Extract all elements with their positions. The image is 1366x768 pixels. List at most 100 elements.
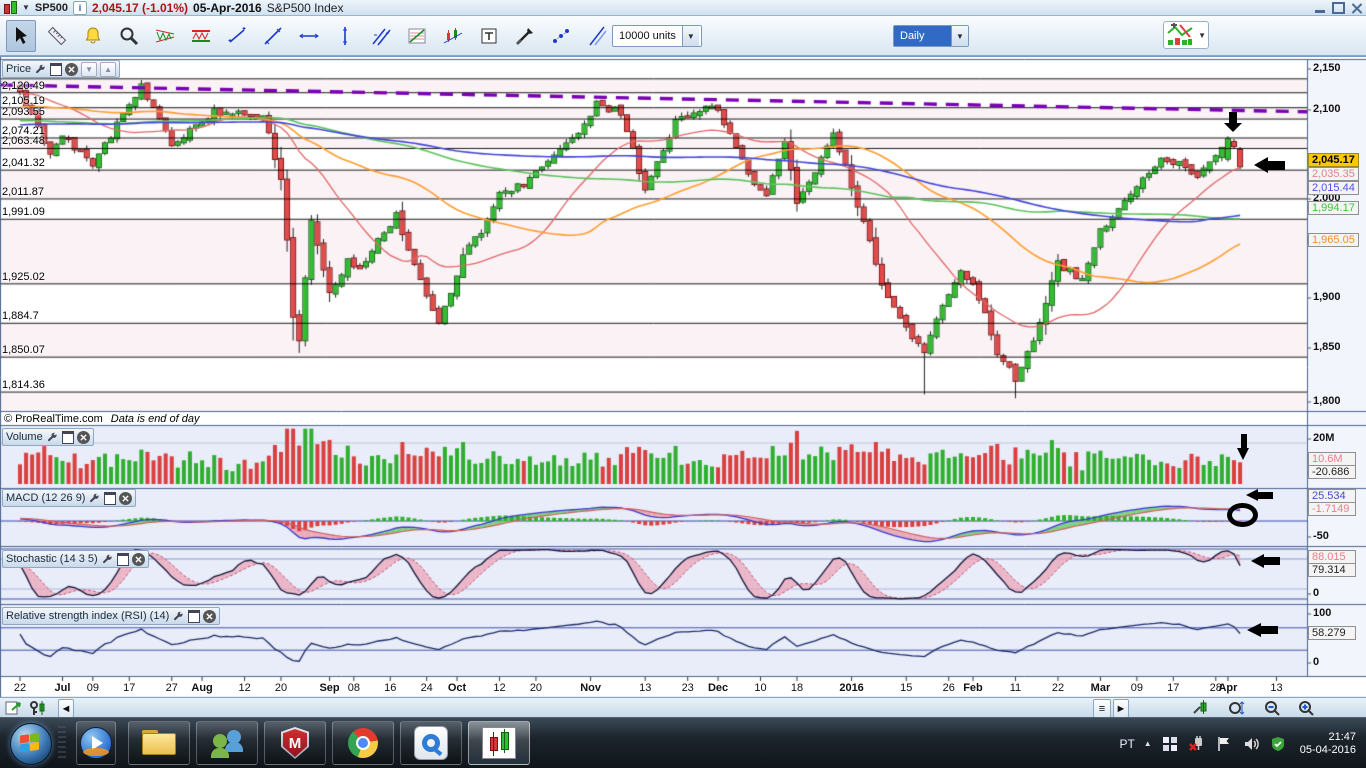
price-level-label: 2,093.55 [2,106,45,118]
timeframe-select[interactable]: Daily ▼ [893,25,969,47]
key-candle-icon[interactable] [28,699,48,716]
flag-icon[interactable] [1215,735,1233,753]
line-tool[interactable] [258,20,288,52]
oblique-line-tool[interactable] [582,20,612,52]
segment-tool[interactable] [222,20,252,52]
candlestick-line-tool[interactable] [438,20,468,52]
start-button[interactable] [10,723,52,765]
info-icon[interactable]: i [73,1,87,15]
taskbar-messenger[interactable] [196,721,258,765]
x-axis-tick: 13 [1256,682,1296,694]
zoom-tool[interactable] [114,20,144,52]
move-panel-down-icon[interactable]: ▼ [81,62,97,77]
close-panel-icon[interactable] [203,610,216,623]
scroll-left-button[interactable]: ◄ [58,699,74,718]
taskbar-chrome[interactable] [332,721,394,765]
close-panel-icon[interactable] [77,431,90,444]
move-panel-up-icon[interactable]: ▲ [100,62,116,77]
points-tool[interactable] [546,20,576,52]
chart-style-icon [1166,23,1194,47]
axis-label: 1,800 [1313,395,1341,407]
ruler-tool[interactable] [42,20,72,52]
duplicate-panel-icon[interactable] [104,492,116,505]
zoom-in-icon[interactable] [1296,699,1316,716]
clock[interactable]: 21:47 05-04-2016 [1300,731,1356,757]
units-dropdown-arrow[interactable]: ▼ [682,26,699,46]
panel-title: MACD (12 26 9) [6,492,85,504]
quicktime-icon [414,726,448,760]
fibonacci-tool[interactable] [402,20,432,52]
wrench-candle-icon[interactable] [1190,699,1210,716]
settings-wrench-icon[interactable] [172,610,185,622]
price-level-label: 2,120.49 [2,80,45,92]
taskbar-windows-explorer[interactable] [128,721,190,765]
price-tag: -1.7149 [1308,502,1356,516]
chart-app-icon [482,727,516,759]
windows-logo-icon [20,733,40,754]
list-button[interactable]: ≡ [1093,699,1111,718]
close-panel-icon[interactable] [132,553,145,566]
cursor-tool[interactable] [6,20,36,52]
price-level-label: 2,011.87 [2,186,44,198]
channel-pattern-tool[interactable] [186,20,216,52]
close-panel-icon[interactable] [65,63,78,76]
price-tag: 2,015.44 [1308,181,1359,195]
symbol-dropdown-arrow[interactable]: ▼ [22,3,30,12]
x-axis-tick: Dec [698,682,738,694]
taskbar-quicktime[interactable] [400,721,462,765]
taskbar-chart-app[interactable] [468,721,530,765]
price-level-label: 1,884.7 [2,310,39,322]
restore-button[interactable] [1332,2,1345,13]
alarm-tool[interactable] [78,20,108,52]
zoom-out-icon[interactable] [1262,699,1282,716]
vertical-line-tool[interactable] [330,20,360,52]
price-level-label: 1,814.36 [2,379,45,391]
security-shield-icon[interactable] [1269,735,1287,753]
close-panel-icon[interactable] [119,492,132,505]
system-tray: PT ▲ 21:47 05-04-2016 [1119,718,1362,768]
chart-style-dropdown-arrow[interactable]: ▼ [1198,31,1206,40]
price-level-label: 2,105.19 [2,95,45,107]
settings-tool[interactable] [510,20,540,52]
axis-label: -50 [1313,530,1329,542]
settings-wrench-icon[interactable] [101,553,114,565]
taskbar-media-player[interactable] [76,721,116,765]
triangle-pattern-tool[interactable] [150,20,180,52]
parallel-line-tool[interactable] [366,20,396,52]
export-icon[interactable] [4,699,24,716]
instrument-name: S&P500 Index [267,1,344,15]
taskbar-mcafee[interactable]: M [264,721,326,765]
text-tool[interactable] [474,20,504,52]
volume-icon[interactable] [1242,735,1260,753]
axis-label: 100 [1313,607,1331,619]
x-axis-tick: 22 [0,682,40,694]
copyright-note: © ProRealTime.comData is end of day [4,413,199,425]
media-player-icon [80,727,112,759]
x-axis-tick: 20 [261,682,301,694]
price-level-label: 1,850.07 [2,344,45,356]
price-tag: 58.279 [1308,626,1356,640]
play-button[interactable]: ► [1113,699,1129,718]
close-button[interactable] [1351,2,1362,13]
zoom-fit-icon[interactable] [1226,699,1246,716]
duplicate-panel-icon[interactable] [50,63,62,76]
minimize-button[interactable] [1313,2,1326,13]
hidden-icons-arrow[interactable]: ▲ [1144,739,1152,748]
units-select[interactable]: 10000 units ▼ [612,25,702,47]
duplicate-panel-icon[interactable] [117,553,129,566]
chart-canvas[interactable] [0,57,1366,698]
x-axis-tick: Nov [571,682,611,694]
windows-grid-icon[interactable] [1161,735,1179,753]
settings-wrench-icon[interactable] [88,492,101,504]
timeframe-dropdown-arrow[interactable]: ▼ [951,26,968,46]
settings-wrench-icon[interactable] [34,63,47,75]
horizontal-line-tool[interactable] [294,20,324,52]
chart-style-button[interactable]: ▼ [1163,21,1209,49]
language-indicator[interactable]: PT [1119,737,1134,751]
settings-wrench-icon[interactable] [46,431,59,443]
network-disconnected-icon[interactable] [1188,735,1206,753]
quote-date: 05-Apr-2016 [193,1,262,15]
axis-label: 20M [1313,432,1334,444]
duplicate-panel-icon[interactable] [62,431,74,444]
duplicate-panel-icon[interactable] [188,610,200,623]
